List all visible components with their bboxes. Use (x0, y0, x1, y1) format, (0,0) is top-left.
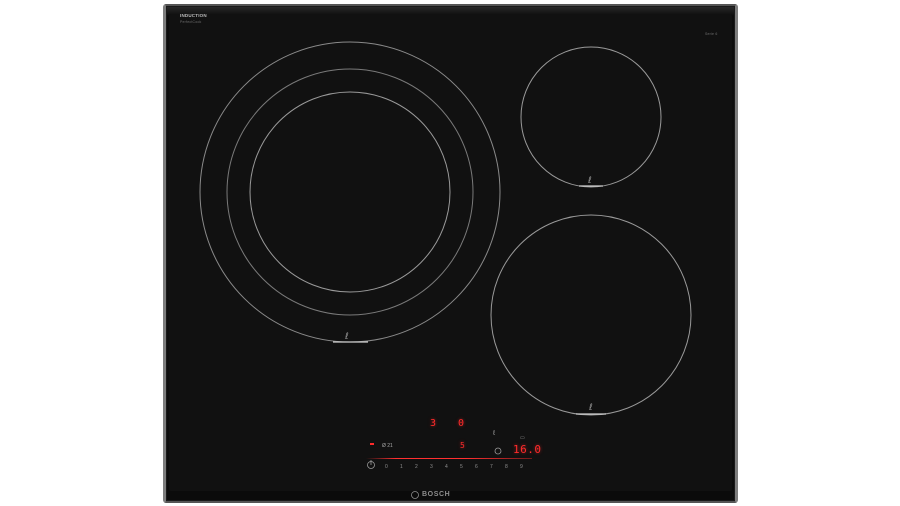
timer-display: 16.0 (513, 443, 542, 456)
zone-large-inner-ring[interactable] (249, 91, 451, 293)
slider-step-2[interactable]: 2 (415, 464, 418, 470)
zone-small-ring[interactable] (520, 46, 662, 188)
timer-icon[interactable] (494, 447, 502, 455)
series-title: INDUCTION (180, 13, 207, 18)
zone-medium-ring[interactable] (490, 214, 692, 416)
zone-large-pan-icon: ℓ (344, 332, 349, 342)
slider-step-4[interactable]: 4 (445, 464, 448, 470)
zone-size-label: Ø 21 (382, 443, 393, 449)
slider-step-3[interactable]: 3 (430, 464, 433, 470)
model-tag: Serie 6 (705, 32, 718, 36)
slider-step-1[interactable]: 1 (400, 464, 403, 470)
slider-step-6[interactable]: 6 (475, 464, 478, 470)
series-subtitle: PerfectCook (180, 20, 202, 24)
slider-step-8[interactable]: 8 (505, 464, 508, 470)
slider-step-0[interactable]: 0 (385, 464, 388, 470)
zone-small-pan-icon: ℓ (587, 176, 592, 186)
slider-step-7[interactable]: 7 (490, 464, 493, 470)
pan-sensor-icon[interactable]: ℓ (493, 430, 495, 437)
bosch-logo-text: BOSCH (422, 491, 451, 498)
bosch-logo-icon (411, 491, 419, 499)
power-level-display: 3 (430, 418, 437, 429)
touch-slider-bar[interactable] (366, 458, 532, 459)
sub-level-display: 5 (460, 441, 465, 450)
slider-step-5[interactable]: 5 (460, 464, 463, 470)
cooking-zones: ℓ ℓ ℓ (199, 41, 692, 499)
indicator-dot (370, 443, 374, 445)
zone-large-outer-ring[interactable] (199, 41, 501, 343)
power-zero-display: 0 (458, 418, 465, 429)
zone-medium-pan-icon: ℓ (588, 403, 593, 413)
slider-step-9[interactable]: 9 (520, 464, 523, 470)
lock-icon[interactable]: ▭ (520, 436, 525, 441)
zone-large-middle-ring[interactable] (226, 68, 474, 316)
